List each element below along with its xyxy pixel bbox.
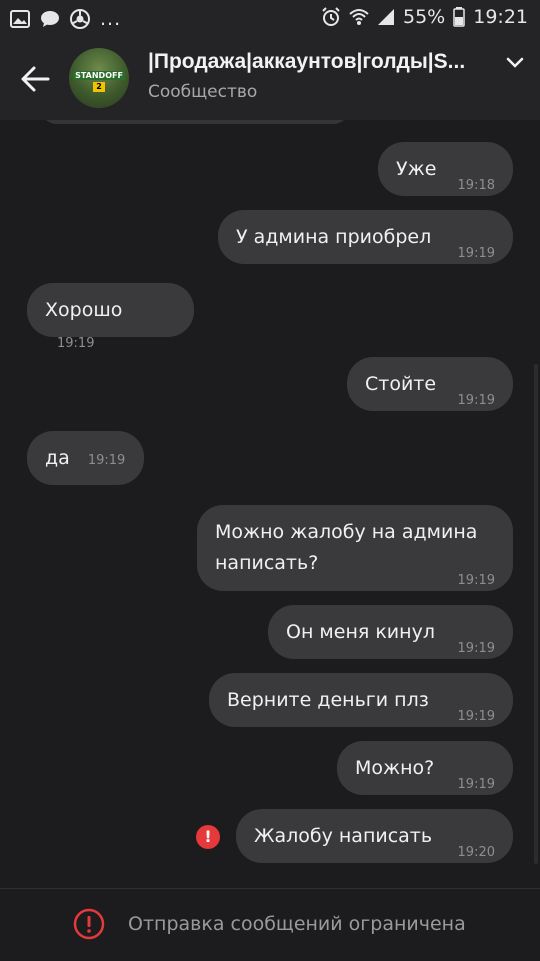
gallery-notification-icon [10, 10, 30, 28]
message-text: Можно? [355, 757, 435, 779]
message-time: 19:19 [457, 709, 495, 724]
message-text: да [45, 447, 70, 469]
message-time: 19:19 [457, 246, 495, 261]
message-bubble-outgoing[interactable]: У админа приобрел 19:19 [218, 210, 513, 264]
message-text: Он меня кинул [286, 621, 435, 643]
message-text: Жалобу написать [254, 825, 433, 847]
message-notification-icon [41, 11, 59, 27]
message-text: Верните деньги плз [227, 689, 429, 711]
signal-icon [378, 9, 394, 25]
message-bubble-outgoing[interactable]: Он меня кинул 19:19 [268, 605, 513, 659]
battery-icon [453, 7, 465, 27]
message-time: 19:19 [457, 393, 495, 408]
avatar[interactable]: STANDOFF 2 [69, 48, 129, 108]
alarm-icon [322, 7, 340, 26]
message-time: 19:19 [57, 336, 95, 351]
avatar-logo-number: 2 [93, 82, 105, 92]
message-text: Хорошо [45, 299, 123, 321]
message-time: 19:19 [457, 777, 495, 792]
battery-percent: 55% [403, 6, 446, 28]
chevron-down-icon[interactable] [506, 56, 524, 70]
message-time: 19:19 [87, 453, 126, 468]
wifi-icon [349, 9, 369, 25]
message-bubble-outgoing[interactable]: Уже 19:18 [378, 142, 513, 196]
message-list[interactable]: Уже 19:18 У админа приобрел 19:19 Хорошо… [0, 120, 540, 888]
status-bar: ... 55% 19:21 [0, 0, 540, 38]
clock: 19:21 [473, 6, 528, 28]
message-time: 19:19 [457, 641, 495, 656]
chat-subtitle: Сообщество [148, 82, 258, 102]
message-bubble-outgoing[interactable]: Верните деньги плз 19:19 [209, 673, 513, 727]
partial-message-bubble [40, 120, 350, 124]
restricted-notice-text: Отправка сообщений ограничена [128, 913, 466, 935]
message-text: Стойте [365, 373, 437, 395]
message-text: Уже [396, 158, 437, 180]
message-text: У админа приобрел [236, 226, 432, 248]
message-time: 19:19 [457, 573, 495, 588]
message-bubble-outgoing[interactable]: Можно жалобу на админа написать? 19:19 [197, 505, 513, 591]
restricted-notice-bar: Отправка сообщений ограничена [0, 888, 540, 961]
scrollbar[interactable] [534, 364, 538, 864]
avatar-logo-text: STANDOFF [73, 71, 125, 80]
message-time: 19:20 [457, 845, 495, 860]
message-text-line2: написать? [215, 552, 319, 574]
message-bubble-outgoing[interactable]: Стойте 19:19 [347, 357, 513, 411]
message-time: 19:18 [457, 178, 495, 193]
chat-title[interactable]: |Продажа|аккаунтов|голды|S... [148, 50, 498, 74]
chrome-notification-icon [70, 9, 90, 29]
send-failed-icon[interactable]: ! [196, 825, 220, 849]
more-notifications: ... [100, 8, 122, 30]
message-bubble-outgoing[interactable]: Можно? 19:19 [337, 741, 513, 795]
message-bubble-incoming[interactable]: да 19:19 [27, 431, 144, 485]
warning-circle-icon [73, 908, 105, 940]
message-text-line1: Можно жалобу на админа [215, 521, 478, 543]
message-bubble-outgoing-failed[interactable]: Жалобу написать 19:20 [236, 809, 513, 863]
back-arrow-icon[interactable] [18, 62, 52, 96]
chat-header: STANDOFF 2 |Продажа|аккаунтов|голды|S...… [0, 38, 540, 120]
message-bubble-incoming[interactable]: Хорошо 19:19 [27, 283, 194, 351]
